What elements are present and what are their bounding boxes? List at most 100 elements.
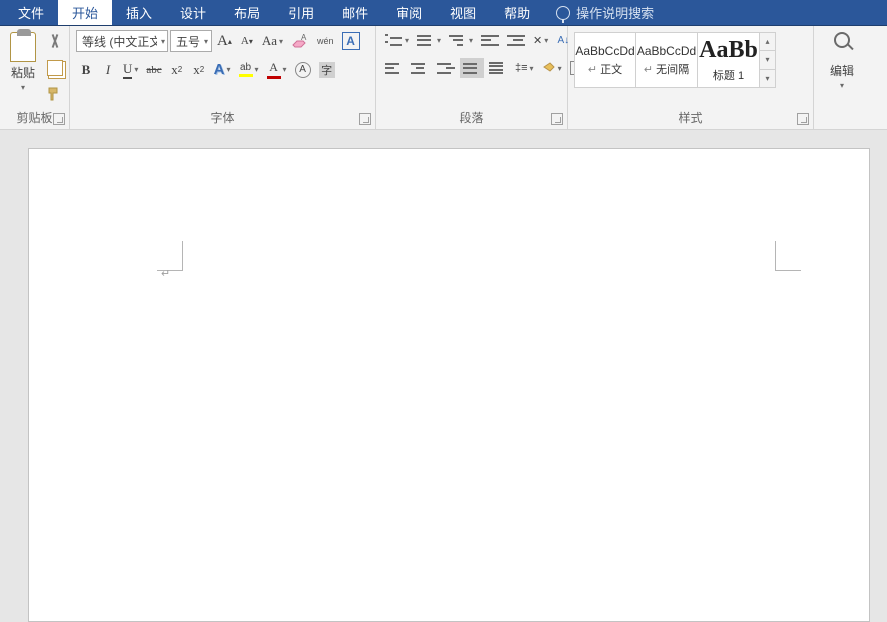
decrease-indent-button[interactable]	[478, 30, 502, 50]
clipboard-launcher[interactable]	[53, 113, 65, 125]
outdent-icon	[481, 32, 499, 48]
text-effects-icon: A	[214, 61, 225, 78]
italic-button[interactable]: I	[98, 60, 118, 80]
tab-insert[interactable]: 插入	[112, 0, 166, 25]
enclosed-char-button[interactable]: A	[292, 60, 314, 80]
align-right-icon	[437, 60, 455, 76]
group-clipboard: 粘贴 ▾ 剪贴板	[0, 26, 70, 129]
align-justify-icon	[463, 60, 481, 76]
font-size-combo[interactable]: 五号 ▾	[170, 30, 212, 52]
gallery-up-button[interactable]: ▴	[760, 33, 775, 50]
paragraph-launcher[interactable]	[551, 113, 563, 125]
numbering-button[interactable]	[414, 30, 444, 50]
align-left-button[interactable]	[382, 58, 406, 78]
grow-a-icon: A	[217, 33, 228, 50]
multilevel-icon	[449, 32, 467, 48]
chevron-down-icon[interactable]: ▾	[161, 37, 165, 46]
line-spacing-icon: ‡≡	[515, 62, 528, 74]
style-name-label: 标题 1	[713, 67, 744, 83]
character-shading-button[interactable]: 字	[316, 60, 338, 80]
styles-launcher[interactable]	[797, 113, 809, 125]
superscript-button[interactable]: x2	[189, 60, 209, 80]
tell-me-search[interactable]: 操作说明搜索	[544, 0, 666, 25]
increase-indent-button[interactable]	[504, 30, 528, 50]
bullets-button[interactable]	[382, 30, 412, 50]
tab-references[interactable]: 引用	[274, 0, 328, 25]
wen-label: wén	[317, 36, 334, 46]
font-name-combo[interactable]: 等线 (中文正文 ▾	[76, 30, 168, 52]
menubar: 文件 开始 插入 设计 布局 引用 邮件 审阅 视图 帮助 操作说明搜索	[0, 0, 887, 26]
underline-icon: U	[123, 61, 132, 79]
group-paragraph: ✕ A↓ ‡≡ ✕ AZ↓ ¶ 段落	[376, 26, 568, 129]
style-heading1[interactable]: AaBb 标题 1	[698, 32, 760, 88]
shrink-font-button[interactable]: A▾	[237, 31, 257, 51]
chevron-down-icon[interactable]: ▾	[204, 37, 208, 46]
margin-corner-top-right	[775, 241, 801, 271]
gallery-expand-button[interactable]: ▾	[760, 69, 775, 87]
font-launcher[interactable]	[359, 113, 371, 125]
tab-home[interactable]: 开始	[58, 0, 112, 25]
line-spacing-button[interactable]: ‡≡	[512, 58, 537, 78]
indent-icon	[507, 32, 525, 48]
text-direction-icon: ✕	[533, 34, 542, 47]
tab-layout[interactable]: 布局	[220, 0, 274, 25]
distribute-button[interactable]	[486, 58, 510, 78]
paste-icon	[10, 32, 36, 62]
subscript-button[interactable]: x2	[167, 60, 187, 80]
lightbulb-icon	[556, 6, 570, 20]
bold-button[interactable]: B	[76, 60, 96, 80]
phonetic-guide-button[interactable]: wén	[314, 31, 337, 51]
paste-label: 粘贴	[11, 64, 35, 81]
paste-button[interactable]: 粘贴 ▾	[6, 30, 40, 94]
group-styles: AaBbCcDd ↵正文 AaBbCcDd ↵无间隔 AaBb 标题 1 ▴ ▾…	[568, 26, 814, 129]
style-nospacing[interactable]: AaBbCcDd ↵无间隔	[636, 32, 698, 88]
cut-button[interactable]	[44, 32, 66, 52]
tell-me-placeholder: 操作说明搜索	[576, 3, 654, 22]
gallery-down-button[interactable]: ▾	[760, 50, 775, 68]
tab-file[interactable]: 文件	[4, 0, 58, 25]
underline-button[interactable]: U	[120, 59, 141, 81]
style-preview: AaBbCcDd	[637, 44, 696, 58]
editing-label: 编辑	[830, 62, 854, 79]
align-right-button[interactable]	[434, 58, 458, 78]
format-painter-button[interactable]	[44, 84, 66, 104]
circled-a-icon: A	[295, 62, 311, 78]
highlight-icon: ab	[240, 62, 251, 73]
style-normal[interactable]: AaBbCcDd ↵正文	[574, 32, 636, 88]
group-font: 等线 (中文正文 ▾ 五号 ▾ A▴ A▾ Aa A wén A B I U a…	[70, 26, 376, 129]
clear-formatting-button[interactable]: A	[288, 31, 312, 51]
paragraph-group-label: 段落	[382, 109, 561, 127]
shading-a-icon: 字	[319, 62, 335, 78]
shading-button[interactable]	[539, 58, 565, 78]
aa-icon: Aa	[262, 33, 277, 49]
find-button[interactable]: 编辑 ▾	[826, 30, 858, 92]
highlight-button[interactable]: ab	[236, 60, 262, 80]
align-justify-button[interactable]	[460, 58, 484, 78]
change-case-button[interactable]: Aa	[259, 31, 286, 51]
font-name-value: 等线 (中文正文	[82, 33, 157, 50]
shrink-a-icon: A	[241, 35, 249, 47]
strikethrough-button[interactable]: abc	[143, 60, 164, 80]
font-size-value: 五号	[176, 33, 200, 50]
font-color-button[interactable]: A	[264, 58, 290, 81]
grow-font-button[interactable]: A▴	[214, 31, 235, 52]
tab-help[interactable]: 帮助	[490, 0, 544, 25]
numbering-icon	[417, 32, 435, 48]
text-effects-button[interactable]: A	[211, 59, 234, 80]
tab-view[interactable]: 视图	[436, 0, 490, 25]
align-center-icon	[411, 60, 429, 76]
paragraph-mark: ↵	[161, 267, 170, 280]
style-preview: AaBb	[699, 37, 758, 64]
character-border-button[interactable]: A	[339, 30, 363, 52]
align-center-button[interactable]	[408, 58, 432, 78]
text-direction-button[interactable]: ✕	[530, 30, 551, 50]
document-page[interactable]: ↵	[28, 148, 870, 622]
tab-review[interactable]: 审阅	[382, 0, 436, 25]
tab-mailings[interactable]: 邮件	[328, 0, 382, 25]
ribbon: 粘贴 ▾ 剪贴板 等线 (中文正文 ▾ 五号 ▾	[0, 26, 887, 130]
bucket-icon	[542, 61, 556, 75]
multilevel-button[interactable]	[446, 30, 476, 50]
tab-design[interactable]: 设计	[166, 0, 220, 25]
copy-button[interactable]	[44, 58, 66, 78]
style-name-label: 正文	[600, 64, 622, 76]
